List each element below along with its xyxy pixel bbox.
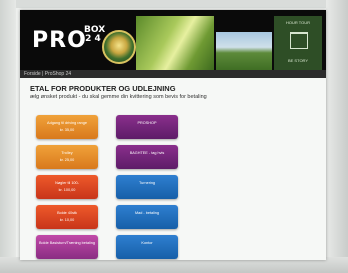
button-label: BAGHTEE - tag hvis bbox=[129, 151, 165, 155]
training-payment-button[interactable]: Bolde Basisturn/Træning betaling bbox=[36, 235, 98, 259]
button-price: kr. 25,00 bbox=[59, 158, 75, 162]
button-label: Nøgler til 100- bbox=[55, 181, 79, 185]
button-price: kr. 100,00 bbox=[58, 188, 76, 192]
button-label: Kontor bbox=[141, 241, 153, 245]
button-label: Mad - betaling bbox=[134, 211, 160, 215]
driving-range-button[interactable]: Adgang til driving range kr. 35,00 bbox=[36, 115, 98, 139]
breadcrumb[interactable]: Forside | ProShop 24 bbox=[24, 71, 71, 77]
button-label: PROSHOP bbox=[137, 121, 157, 125]
basket-icon bbox=[290, 32, 308, 49]
golf-course-image bbox=[216, 32, 272, 70]
proshop-button[interactable]: PROSHOP bbox=[116, 115, 178, 139]
top-right-promo[interactable]: HOUR TOUR BE STORY bbox=[274, 16, 322, 70]
header-banner-image bbox=[136, 16, 214, 70]
club-emblem-logo bbox=[102, 30, 136, 64]
photo-frame-top bbox=[0, 0, 348, 8]
button-label: Bolde 40stk bbox=[57, 211, 77, 215]
site-header: PRO BOX 2 4 HOUR TOUR BE STORY bbox=[20, 10, 326, 70]
food-payment-button[interactable]: Mad - betaling bbox=[116, 205, 178, 229]
page-subtitle: ælg ønsket produkt - du skal gemme din k… bbox=[30, 94, 207, 100]
kiosk-screen: PRO BOX 2 4 HOUR TOUR BE STORY Forside |… bbox=[20, 10, 326, 260]
keys-button[interactable]: Nøgler til 100- kr. 100,00 bbox=[36, 175, 98, 199]
photo-frame-right bbox=[326, 0, 348, 273]
button-label: Bolde Basisturn/Træning betaling bbox=[38, 241, 95, 245]
photo-frame-left bbox=[0, 0, 16, 273]
office-button[interactable]: Kontor bbox=[116, 235, 178, 259]
button-price: kr. 35,00 bbox=[59, 128, 75, 132]
page-title: ETAL FOR PRODUKTER OG UDLEJNING bbox=[30, 84, 176, 93]
button-label: Turnering bbox=[138, 181, 156, 185]
nav-bar: Forside | ProShop 24 bbox=[20, 70, 326, 78]
button-label: Adgang til driving range bbox=[47, 121, 87, 125]
balls-button[interactable]: Bolde 40stk kr. 10,00 bbox=[36, 205, 98, 229]
logo-main-text: PRO bbox=[32, 28, 87, 53]
button-price: kr. 10,00 bbox=[59, 218, 75, 222]
tournament-button[interactable]: Turnering bbox=[116, 175, 178, 199]
promo-line1: HOUR TOUR bbox=[285, 20, 311, 25]
promo-line2: BE STORY bbox=[287, 58, 309, 63]
logo-sub: BOX 2 4 bbox=[84, 26, 105, 44]
bagtee-button[interactable]: BAGHTEE - tag hvis bbox=[116, 145, 178, 169]
trolley-button[interactable]: Trolley kr. 25,00 bbox=[36, 145, 98, 169]
logo-num-text: 2 4 bbox=[85, 34, 101, 44]
button-label: Trolley bbox=[61, 151, 73, 155]
